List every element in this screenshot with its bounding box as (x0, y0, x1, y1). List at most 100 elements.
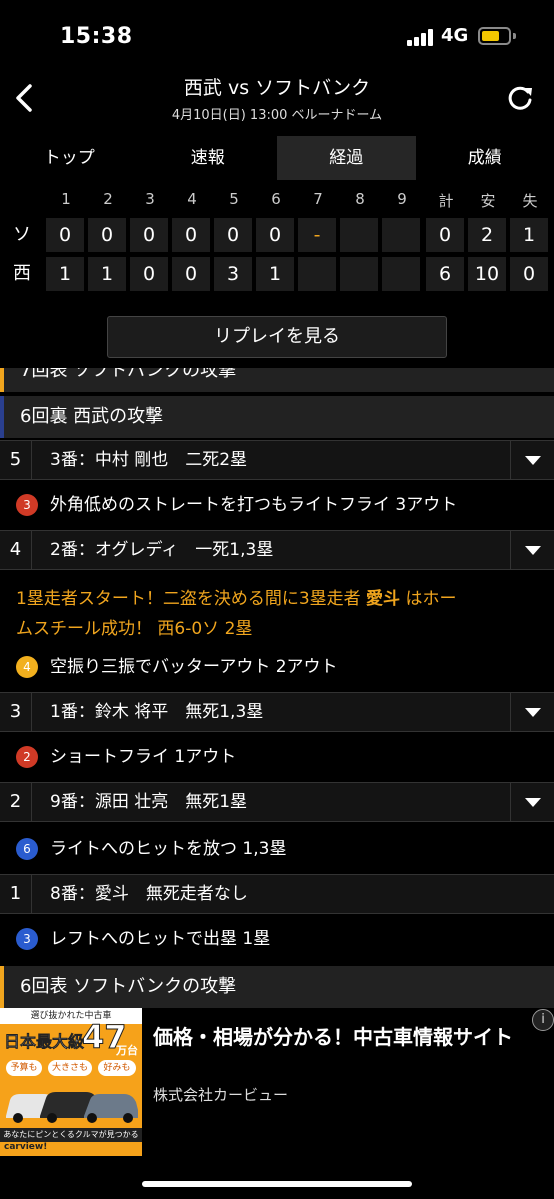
ad-tag: 予算も (6, 1060, 42, 1076)
inning-header-cell: 4 (187, 190, 197, 208)
pitch-count-badge: 3 (16, 928, 38, 950)
expand-arrow-icon[interactable] (510, 441, 554, 479)
inning-score (340, 257, 378, 291)
signal-icon (407, 28, 435, 46)
highlight-text: 1塁走者スタート！二盗を決める間に3塁走者 愛斗 はホー ムスチール成功！ 西6… (16, 589, 457, 639)
page-title: 西武 vs ソフトバンク (183, 77, 371, 99)
play-event: 6 ライトへのヒットを放つ 1,3塁 (0, 826, 554, 872)
total-score: 1 (510, 218, 548, 252)
play-by-play-feed[interactable]: 7回表 ソフトバンクの攻撃 6回裏 西武の攻撃 5 3番：中村 剛也 二死2塁 … (0, 368, 554, 1008)
inning-header-cell: 8 (355, 190, 365, 208)
ad-tag: 好みも (98, 1060, 136, 1076)
tab-stats[interactable]: 成績 (416, 136, 554, 180)
inning-score: 0 (130, 257, 168, 291)
team-label: ソ (13, 224, 31, 245)
inning-header[interactable]: 6回裏 西武の攻撃 (0, 396, 554, 438)
game-datetime: 4月10日(日) 13:00 ベルーナドーム (171, 108, 383, 123)
expand-arrow-icon[interactable] (510, 531, 554, 569)
atbat-row[interactable]: 3 1番：鈴木 将平 無死1,3塁 (0, 692, 554, 732)
inning-header-cell: 1 (61, 190, 71, 208)
inning-score (382, 257, 420, 291)
expand-arrow-icon[interactable] (510, 783, 554, 821)
inning-header-partial[interactable]: 7回表 ソフトバンクの攻撃 (0, 368, 554, 392)
ad-company: 株式会社カービュー (153, 1086, 289, 1104)
team-label: 西 (13, 263, 31, 284)
ad-tag: 大きさも (48, 1060, 92, 1076)
inning-header-label: 6回表 ソフトバンクの攻撃 (20, 976, 237, 997)
inning-header-cell: 2 (103, 190, 113, 208)
play-event: 2 ショートフライ 1アウト (0, 734, 554, 780)
tab-live[interactable]: 速報 (139, 136, 278, 180)
inning-score: 0 (130, 218, 168, 252)
refresh-icon (508, 86, 532, 110)
inning-score: 0 (214, 218, 252, 252)
total-score: 2 (468, 218, 506, 252)
atbat-number: 3 (0, 693, 32, 731)
home-indicator (142, 1181, 412, 1187)
play-event: 4 空振り三振でバッターアウト 2アウト (0, 644, 554, 690)
ad-banner-brand: carview! (4, 1142, 48, 1152)
highlight-player[interactable]: 愛斗 (366, 589, 400, 609)
ad-banner-unit: 万台 (116, 1044, 138, 1057)
atbat-row[interactable]: 5 3番：中村 剛也 二死2塁 (0, 440, 554, 480)
play-description: 空振り三振でバッターアウト 2アウト (50, 657, 338, 677)
total-score: 0 (510, 257, 548, 291)
atbat-number: 1 (0, 875, 32, 913)
inning-score (298, 257, 336, 291)
inning-score (340, 218, 378, 252)
replay-button[interactable]: リプレイを見る (107, 316, 447, 358)
ad-banner[interactable]: 選び抜かれた中古車 日本最大級 47 万台 予算も 大きさも 好みも あなたにピ… (0, 1008, 554, 1158)
atbat-row[interactable]: 1 8番：愛斗 無死走者なし (0, 874, 554, 914)
ad-title[interactable]: 価格・相場が分かる！中古車情報サイト (153, 1022, 543, 1052)
inning-header-cell: 9 (397, 190, 407, 208)
cars-illustration (6, 1092, 138, 1123)
ad-info-icon[interactable]: i (532, 1009, 554, 1031)
tab-progress[interactable]: 経過 (277, 136, 416, 180)
inning-score (382, 218, 420, 252)
inning-score: 0 (46, 218, 84, 252)
ad-banner-bottom: あなたにピンとくるクルマが見つかる (0, 1128, 142, 1142)
inning-score: 1 (46, 257, 84, 291)
inning-header-cell: 7 (313, 190, 323, 208)
inning-header-cell: 5 (229, 190, 239, 208)
atbat-row[interactable]: 4 2番：オグレディ 一死1,3塁 (0, 530, 554, 570)
network-label: 4G (441, 25, 469, 46)
atbat-number: 2 (0, 783, 32, 821)
play-event: 3 レフトへのヒットで出塁 1塁 (0, 916, 554, 962)
pitch-count-badge: 4 (16, 656, 38, 678)
battery-icon (478, 27, 516, 45)
expand-arrow-icon[interactable] (510, 693, 554, 731)
atbat-batter: 1番：鈴木 将平 無死1,3塁 (50, 702, 264, 722)
ad-banner-main: 日本最大級 (4, 1032, 85, 1052)
pitch-count-badge: 6 (16, 838, 38, 860)
ad-image[interactable]: 選び抜かれた中古車 日本最大級 47 万台 予算も 大きさも 好みも あなたにピ… (0, 1008, 142, 1156)
inning-score: 3 (214, 257, 252, 291)
tab-bar: トップ 速報 経過 成績 (0, 136, 554, 180)
play-description: ショートフライ 1アウト (50, 747, 237, 767)
inning-header[interactable]: 6回表 ソフトバンクの攻撃 (0, 966, 554, 1008)
total-score: 6 (426, 257, 464, 291)
atbat-batter: 3番：中村 剛也 二死2塁 (50, 450, 248, 470)
total-score: 10 (468, 257, 506, 291)
inning-header-cell: 3 (145, 190, 155, 208)
atbat-row[interactable]: 2 9番：源田 壮亮 無死1塁 (0, 782, 554, 822)
pitch-count-badge: 2 (16, 746, 38, 768)
atbat-batter: 9番：源田 壮亮 無死1塁 (50, 792, 248, 812)
status-time: 15:38 (60, 24, 133, 49)
inning-score: 1 (88, 257, 126, 291)
inning-score: 1 (256, 257, 294, 291)
play-description: ライトへのヒットを放つ 1,3塁 (50, 839, 287, 859)
inning-score: 0 (172, 218, 210, 252)
inning-header-cell: 安 (480, 192, 496, 210)
play-description: 外角低めのストレートを打つもライトフライ 3アウト (50, 495, 458, 515)
atbat-batter: 8番：愛斗 無死走者なし (50, 884, 248, 904)
status-bar: 15:38 4G (0, 0, 554, 72)
atbat-number: 4 (0, 531, 32, 569)
tab-top[interactable]: トップ (0, 136, 139, 180)
inning-score: - (298, 218, 336, 252)
inning-header-label: 7回表 ソフトバンクの攻撃 (20, 368, 237, 381)
inning-header-cell: 失 (522, 192, 538, 210)
inning-header-label: 6回裏 西武の攻撃 (20, 406, 164, 427)
atbat-batter: 2番：オグレディ 一死1,3塁 (50, 540, 274, 560)
refresh-button[interactable] (504, 82, 536, 114)
